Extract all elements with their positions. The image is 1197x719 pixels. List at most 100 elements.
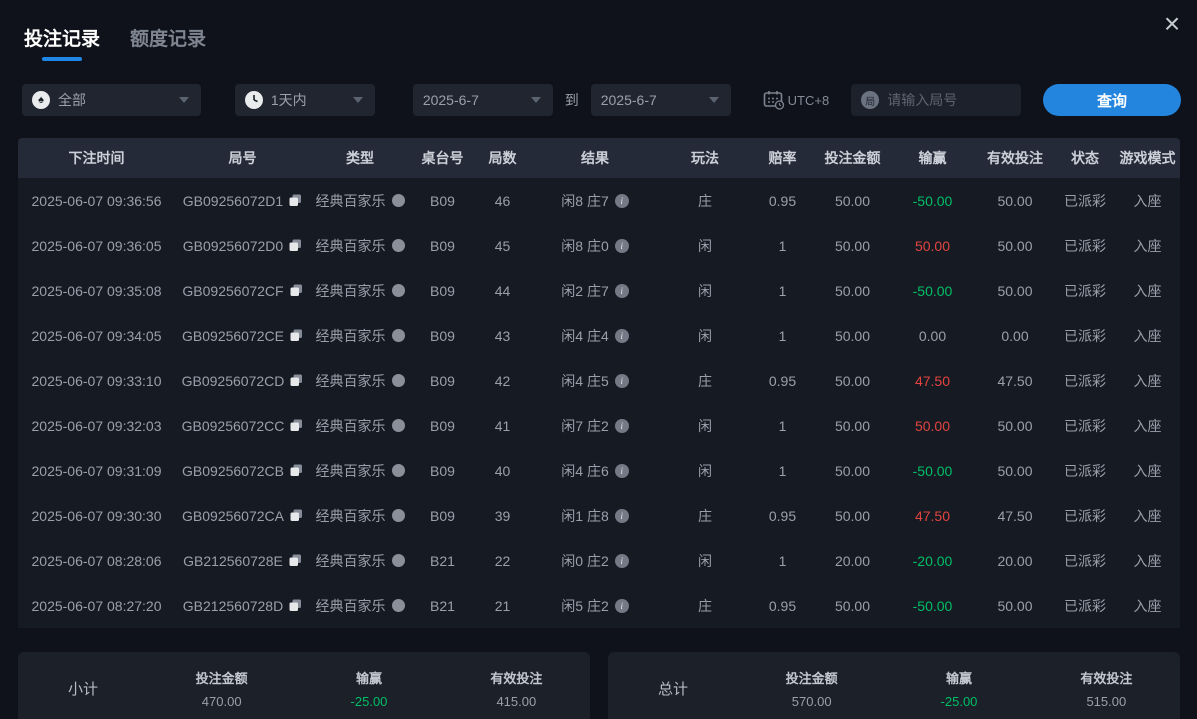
game-logo-icon xyxy=(391,239,405,252)
table-row: 2025-06-07 08:28:06 GB212560728E 经典百家乐 B… xyxy=(18,538,1180,583)
table-row: 2025-06-07 09:36:05 GB09256072D0 经典百家乐 B… xyxy=(18,223,1180,268)
cell-status: 已派彩 xyxy=(1064,282,1106,299)
copy-icon[interactable] xyxy=(290,419,303,432)
table-row: 2025-06-07 09:36:56 GB09256072D1 经典百家乐 B… xyxy=(18,178,1180,223)
table-row: 2025-06-07 09:32:03 GB09256072CC 经典百家乐 B… xyxy=(18,403,1180,448)
subtotal-bet: 投注金额 470.00 xyxy=(148,668,295,709)
copy-icon[interactable] xyxy=(290,509,303,522)
round-id-text: GB212560728E xyxy=(183,552,283,569)
cell-play: 庄 xyxy=(698,372,712,389)
info-icon[interactable]: i xyxy=(614,553,629,568)
date-to-picker[interactable]: 2025-6-7 xyxy=(590,84,731,116)
round-id-text: GB09256072D1 xyxy=(182,192,284,209)
cell-round-count: 41 xyxy=(494,417,511,434)
cell-game-mode: 入座 xyxy=(1133,462,1162,479)
result-text: 闲4 庄5 xyxy=(561,372,609,389)
table-row: 2025-06-07 09:30:30 GB09256072CA 经典百家乐 B… xyxy=(18,493,1180,538)
active-tab-underline xyxy=(42,57,82,61)
col-win-loss: 输赢 xyxy=(890,138,975,178)
table-row: 2025-06-07 09:31:09 GB09256072CB 经典百家乐 B… xyxy=(18,448,1180,493)
round-search-input[interactable] xyxy=(887,92,1012,108)
cell-odds: 0.95 xyxy=(768,372,797,389)
game-type-text: 经典百家乐 xyxy=(315,372,386,389)
col-game-mode: 游戏模式 xyxy=(1115,138,1180,178)
col-result: 结果 xyxy=(530,138,660,178)
game-type-text: 经典百家乐 xyxy=(315,417,386,434)
info-icon[interactable]: i xyxy=(614,283,629,298)
timezone-selector[interactable]: UTC+8 xyxy=(763,90,829,110)
info-icon[interactable]: i xyxy=(614,193,629,208)
clock-icon xyxy=(244,91,263,109)
cell-type: 经典百家乐 xyxy=(310,223,410,268)
col-bet-time: 下注时间 xyxy=(18,138,175,178)
cell-bet-amount: 50.00 xyxy=(834,282,871,299)
time-range-dropdown[interactable]: 1天内 xyxy=(234,84,375,116)
cell-round-count: 45 xyxy=(494,237,511,254)
cell-table-no: B09 xyxy=(430,327,455,344)
info-icon[interactable]: i xyxy=(614,463,629,478)
cell-win-loss: 47.50 xyxy=(914,372,951,389)
info-icon[interactable]: i xyxy=(614,373,629,388)
total-bet: 投注金额 570.00 xyxy=(738,668,885,709)
copy-icon[interactable] xyxy=(290,284,303,297)
game-type-text: 经典百家乐 xyxy=(315,327,386,344)
cell-table-no: B09 xyxy=(430,237,455,254)
table-body: 2025-06-07 09:36:56 GB09256072D1 经典百家乐 B… xyxy=(18,178,1180,628)
total-validbet: 有效投注 515.00 xyxy=(1033,668,1180,709)
table-row: 2025-06-07 09:33:10 GB09256072CD 经典百家乐 B… xyxy=(18,358,1180,403)
copy-icon[interactable] xyxy=(289,239,302,252)
info-icon[interactable]: i xyxy=(614,328,629,343)
subtotal-winloss-label: 输赢 xyxy=(355,671,382,686)
cell-valid-bet: 50.00 xyxy=(997,597,1033,614)
info-icon[interactable]: i xyxy=(614,418,629,433)
game-logo-icon xyxy=(391,194,405,207)
subtotal-bet-value: 470.00 xyxy=(201,694,242,709)
round-search-box[interactable]: 局 xyxy=(851,84,1022,116)
cell-odds: 1 xyxy=(778,237,787,254)
col-odds: 赔率 xyxy=(750,138,815,178)
copy-icon[interactable] xyxy=(290,329,303,342)
cell-round-count: 44 xyxy=(494,282,511,299)
copy-icon[interactable] xyxy=(289,554,302,567)
cell-table-no: B09 xyxy=(430,192,455,209)
copy-icon[interactable] xyxy=(290,374,303,387)
result-text: 闲8 庄7 xyxy=(561,192,609,209)
cell-type: 经典百家乐 xyxy=(310,358,410,403)
tab-quota-records[interactable]: 额度记录 xyxy=(130,24,206,61)
date-from-picker[interactable]: 2025-6-7 xyxy=(412,84,553,116)
copy-icon[interactable] xyxy=(289,599,302,612)
result-text: 闲5 庄2 xyxy=(561,597,609,614)
copy-icon[interactable] xyxy=(290,464,303,477)
tab-label: 额度记录 xyxy=(130,29,207,50)
close-icon[interactable]: × xyxy=(1157,10,1187,40)
info-icon[interactable]: i xyxy=(614,238,629,253)
cell-round-count: 46 xyxy=(494,192,511,209)
cell-game-mode: 入座 xyxy=(1133,552,1162,569)
cell-result: 闲8 庄7 i xyxy=(530,178,660,223)
cell-status: 已派彩 xyxy=(1064,237,1106,254)
info-icon[interactable]: i xyxy=(614,508,629,523)
result-text: 闲4 庄4 xyxy=(561,327,609,344)
cell-result: 闲4 庄4 i xyxy=(530,313,660,358)
total-label: 总计 xyxy=(657,681,688,698)
game-type-dropdown[interactable]: ♠ 全部 xyxy=(22,84,201,116)
cell-play: 闲 xyxy=(698,327,712,344)
round-icon: 局 xyxy=(861,91,880,109)
cell-type: 经典百家乐 xyxy=(310,538,410,583)
query-button[interactable]: 查询 xyxy=(1043,84,1181,116)
subtotal-winloss: 输赢 -25.00 xyxy=(295,668,442,709)
total-winloss: 输赢 -25.00 xyxy=(885,668,1032,709)
copy-icon[interactable] xyxy=(289,194,302,207)
table-row: 2025-06-07 09:34:05 GB09256072CE 经典百家乐 B… xyxy=(18,313,1180,358)
total-bet-label: 投注金额 xyxy=(785,671,838,686)
cell-round-id: GB212560728D xyxy=(175,583,310,628)
col-bet-amount: 投注金额 xyxy=(815,138,890,178)
game-logo-icon xyxy=(391,554,405,567)
tab-betting-records[interactable]: 投注记录 xyxy=(24,24,100,61)
cell-status: 已派彩 xyxy=(1064,327,1106,344)
info-icon[interactable]: i xyxy=(614,598,629,613)
calendar-clock-icon xyxy=(763,91,784,110)
cell-result: 闲4 庄5 i xyxy=(530,358,660,403)
cell-game-mode: 入座 xyxy=(1133,192,1162,209)
cell-odds: 1 xyxy=(778,417,787,434)
